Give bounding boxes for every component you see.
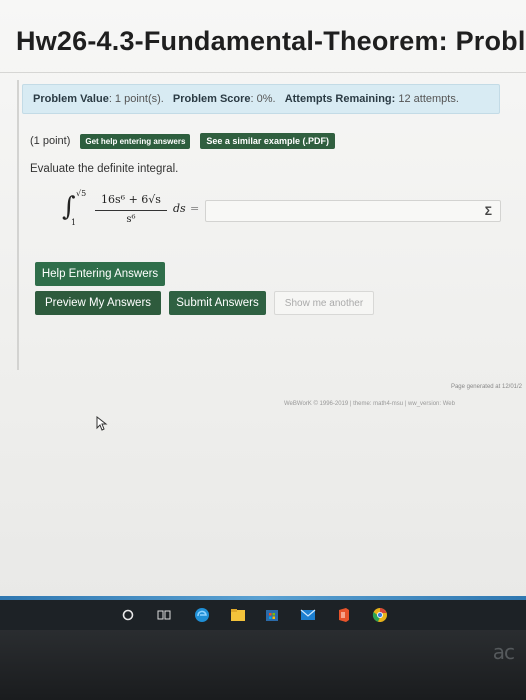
sigma-icon[interactable]: Σ bbox=[485, 204, 492, 218]
file-explorer-icon[interactable] bbox=[230, 607, 246, 623]
integrand-denominator: s⁶ bbox=[126, 214, 136, 225]
similar-example-pdf-link[interactable]: See a similar example (.PDF) bbox=[200, 133, 335, 149]
problem-prompt: Evaluate the definite integral. bbox=[30, 163, 179, 175]
integrand-fraction: 16s⁶ + 6√s s⁶ bbox=[95, 193, 167, 225]
help-entering-answers-button[interactable]: Help Entering Answers bbox=[35, 262, 165, 286]
upper-limit: √5 bbox=[76, 189, 87, 198]
problem-value-label: Problem Value bbox=[33, 93, 109, 105]
answer-input[interactable]: Σ bbox=[205, 200, 501, 222]
title-divider bbox=[0, 72, 526, 73]
windows-taskbar bbox=[0, 600, 526, 630]
integral-expression: ∫ √5 1 16s⁶ + 6√s s⁶ ds = bbox=[62, 186, 212, 230]
lower-limit: 1 bbox=[71, 218, 77, 227]
attempts-value: 12 attempts. bbox=[398, 93, 459, 105]
laptop-logo: ac bbox=[492, 640, 515, 664]
laptop-bezel: ac bbox=[0, 630, 526, 700]
problem-score-label: Problem Score bbox=[172, 93, 251, 105]
browser-viewport: Hw26-4.3-Fundamental-Theorem: Proble Pro… bbox=[0, 0, 526, 600]
show-another-button[interactable]: Show me another bbox=[274, 291, 374, 315]
problem-score: : 0%. bbox=[250, 93, 276, 105]
store-icon[interactable] bbox=[264, 607, 280, 623]
mail-icon[interactable] bbox=[300, 607, 316, 623]
chrome-icon[interactable] bbox=[372, 607, 388, 623]
copyright-text: WeBWorK © 1996-2019 | theme: math4-msu |… bbox=[284, 401, 455, 407]
cortana-icon[interactable] bbox=[120, 607, 136, 623]
points-label: (1 point) bbox=[30, 135, 71, 147]
submit-answers-button[interactable]: Submit Answers bbox=[169, 291, 266, 315]
fraction-bar bbox=[95, 210, 167, 211]
attempts-label: Attempts Remaining: bbox=[284, 93, 396, 105]
page-generated-text: Page generated at 12/01/2 bbox=[450, 384, 522, 390]
problem-info-bar: Problem Value: 1 point(s). Problem Score… bbox=[22, 84, 500, 114]
problem-header-row: (1 point) Get help entering answers See … bbox=[30, 132, 335, 150]
differential: ds bbox=[173, 202, 186, 215]
preview-answers-button[interactable]: Preview My Answers bbox=[35, 291, 161, 315]
problem-left-border bbox=[17, 80, 19, 370]
edge-icon[interactable] bbox=[194, 607, 210, 623]
help-entering-link[interactable]: Get help entering answers bbox=[80, 133, 191, 149]
task-view-icon[interactable] bbox=[156, 607, 172, 623]
problem-value: : 1 point(s). bbox=[108, 93, 164, 105]
mouse-cursor-icon bbox=[96, 416, 108, 431]
equals-sign: = bbox=[190, 202, 200, 215]
integrand-numerator: 16s⁶ + 6√s bbox=[101, 193, 161, 206]
office-icon[interactable] bbox=[336, 607, 352, 623]
page-title: Hw26-4.3-Fundamental-Theorem: Proble bbox=[16, 26, 526, 56]
